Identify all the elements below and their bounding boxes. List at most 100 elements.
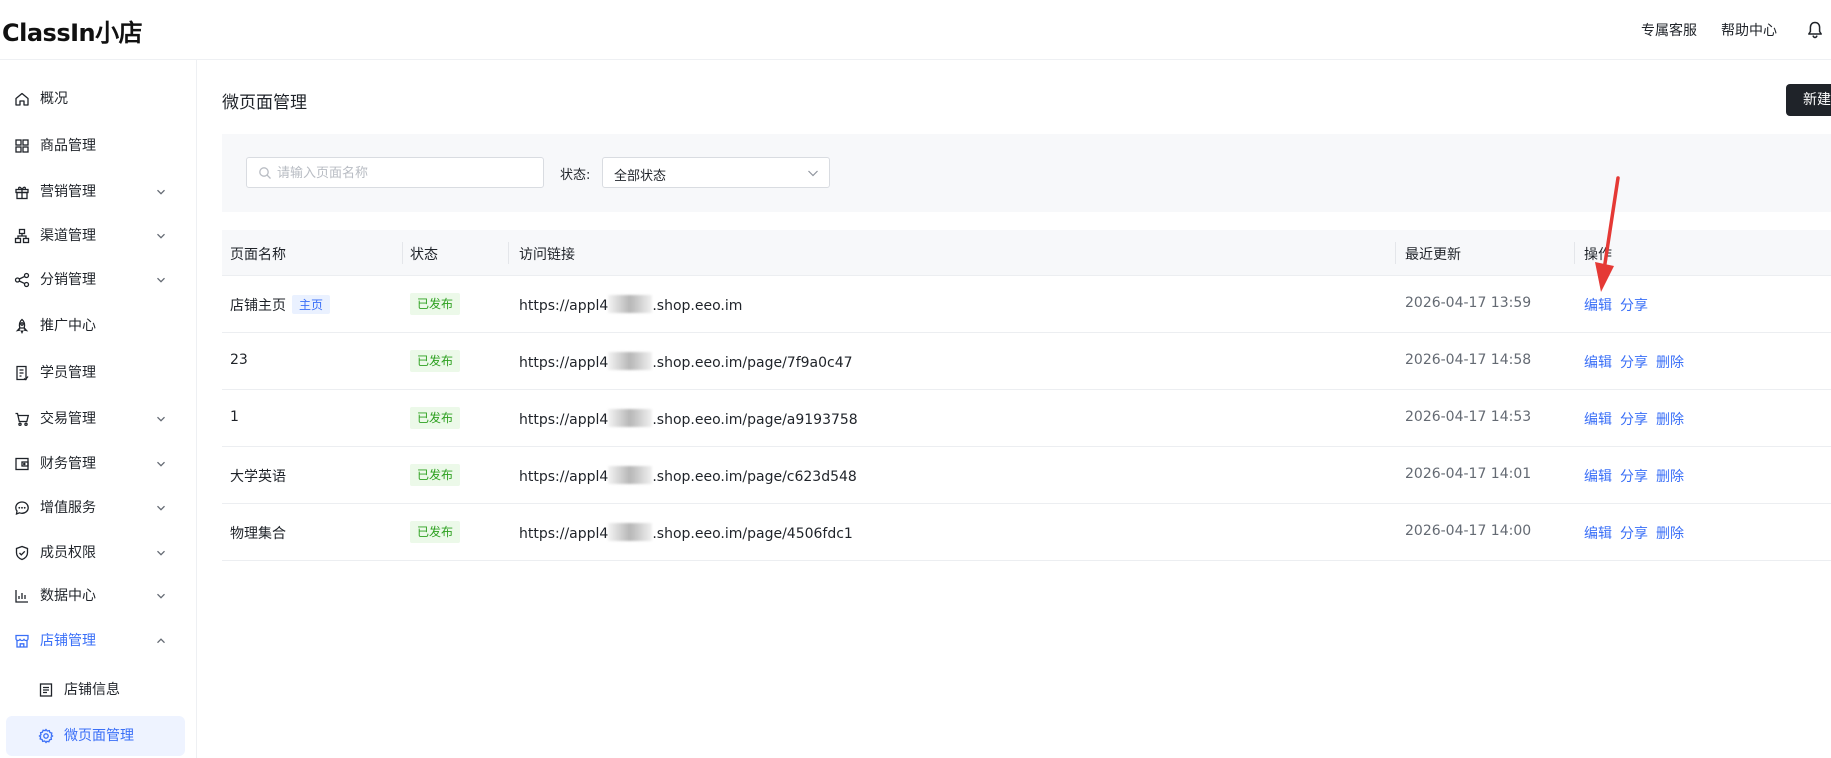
status-badge: 已发布: [410, 407, 461, 429]
redacted-blur: [608, 295, 653, 313]
url-cell[interactable]: https://appl4 .shop.eeo.im/page/a9193758: [519, 409, 858, 428]
column-divider: [508, 242, 509, 264]
edit-link[interactable]: 编辑: [1584, 523, 1612, 543]
table-header: 页面名称 状态 访问链接 最近更新 操作: [222, 230, 1831, 276]
status-badge: 已发布: [410, 464, 461, 486]
sidebar-subitem-micro-page[interactable]: 微页面管理: [6, 716, 185, 756]
url-suffix: .shop.eeo.im/page/a9193758: [652, 412, 858, 428]
url-cell[interactable]: https://appl4 .shop.eeo.im: [519, 295, 742, 314]
bell-icon[interactable]: [1801, 16, 1829, 44]
status-badge: 已发布: [410, 350, 461, 372]
sidebar-item-marketing[interactable]: 营销管理: [0, 172, 196, 212]
delete-link[interactable]: 删除: [1656, 466, 1684, 486]
share-link[interactable]: 分享: [1620, 352, 1648, 372]
search-box[interactable]: [246, 157, 544, 188]
column-divider: [1395, 242, 1396, 264]
url-suffix: .shop.eeo.im/page/c623d548: [652, 469, 857, 485]
sidebar-item-store[interactable]: 店铺管理: [0, 621, 196, 661]
sidebar-subitem-store-info[interactable]: 店铺信息: [0, 670, 196, 710]
edit-link[interactable]: 编辑: [1584, 466, 1612, 486]
page-name: 大学英语: [230, 469, 286, 485]
sidebar-item-students[interactable]: 学员管理: [0, 353, 196, 393]
redacted-blur: [608, 523, 653, 541]
sidebar-item-label: 概况: [40, 91, 68, 107]
help-center-link[interactable]: 帮助中心: [1721, 20, 1777, 40]
bar-chart-icon: [15, 590, 28, 603]
edit-link[interactable]: 编辑: [1584, 352, 1612, 372]
sidebar-item-label: 推广中心: [40, 318, 96, 334]
table-row: 物理集合 已发布 https://appl4 .shop.eeo.im/page/…: [222, 504, 1831, 561]
customer-service-link[interactable]: 专属客服: [1641, 20, 1697, 40]
document-icon: [39, 683, 53, 697]
sidebar-item-finance[interactable]: 财务管理: [0, 444, 196, 484]
sidebar-item-label: 成员权限: [40, 545, 96, 561]
share-link[interactable]: 分享: [1620, 523, 1648, 543]
sidebar-item-distribution[interactable]: 分销管理: [0, 260, 196, 300]
delete-link[interactable]: 删除: [1656, 409, 1684, 429]
search-input[interactable]: [277, 163, 537, 183]
url-suffix: .shop.eeo.im/page/4506fdc1: [652, 526, 853, 542]
edit-link[interactable]: 编辑: [1584, 295, 1612, 315]
status-select-value: 全部状态: [614, 169, 667, 184]
sidebar-item-label: 商品管理: [40, 138, 96, 154]
delete-link[interactable]: 删除: [1656, 523, 1684, 543]
page-name: 店铺主页: [230, 298, 286, 314]
column-divider: [402, 242, 403, 264]
sidebar-item-channels[interactable]: 渠道管理: [0, 216, 196, 256]
app-logo[interactable]: ClassIn小店: [2, 13, 143, 48]
home-icon: [15, 92, 29, 106]
url-prefix: https://appl4: [519, 526, 609, 542]
table-row: 1 已发布 https://appl4 .shop.eeo.im/page/a91…: [222, 390, 1831, 447]
status-filter-label: 状态:: [560, 168, 591, 183]
url-prefix: https://appl4: [519, 298, 609, 314]
chevron-down-icon: [157, 416, 165, 422]
sidebar-item-label: 渠道管理: [40, 228, 96, 244]
search-icon: [259, 167, 271, 179]
chevron-up-icon: [157, 638, 165, 644]
share-link[interactable]: 分享: [1620, 466, 1648, 486]
sidebar-item-value-added[interactable]: 增值服务: [0, 488, 196, 528]
updated-time: 2026-04-17 14:58: [1405, 352, 1532, 368]
shield-check-icon: [15, 545, 29, 561]
sidebar-item-label: 分销管理: [40, 272, 96, 288]
redacted-blur: [608, 352, 653, 370]
sidebar-item-transactions[interactable]: 交易管理: [0, 399, 196, 439]
column-header-status: 状态: [410, 247, 438, 263]
sidebar-item-permissions[interactable]: 成员权限: [0, 533, 196, 573]
wallet-icon: [15, 457, 29, 471]
table-row: 23 已发布 https://appl4 .shop.eeo.im/page/7f…: [222, 333, 1831, 390]
student-list-icon: [16, 365, 29, 381]
sidebar-item-products[interactable]: 商品管理: [0, 126, 196, 166]
sidebar-item-label: 财务管理: [40, 456, 96, 472]
url-suffix: .shop.eeo.im: [652, 298, 743, 314]
url-cell[interactable]: https://appl4 .shop.eeo.im/page/4506fdc1: [519, 523, 853, 542]
table-row: 大学英语 已发布 https://appl4 .shop.eeo.im/page/…: [222, 447, 1831, 504]
sidebar: 概况 商品管理 营销管理 渠道管理 分销管理 推广中心 学员管理 交易管理 财务…: [0, 60, 197, 758]
sidebar-item-label: 店铺管理: [40, 633, 96, 649]
column-header-url: 访问链接: [519, 247, 575, 263]
new-page-button[interactable]: 新建: [1786, 84, 1831, 116]
sidebar-item-overview[interactable]: 概况: [0, 79, 196, 119]
page-name-cell: 店铺主页 主页: [230, 295, 331, 315]
sidebar-item-data-center[interactable]: 数据中心: [0, 576, 196, 616]
url-cell[interactable]: https://appl4 .shop.eeo.im/page/7f9a0c47: [519, 352, 853, 371]
column-header-actions: 操作: [1584, 247, 1612, 263]
sidebar-subitem-label: 店铺信息: [64, 682, 120, 698]
delete-link[interactable]: 删除: [1656, 352, 1684, 372]
url-prefix: https://appl4: [519, 412, 609, 428]
edit-link[interactable]: 编辑: [1584, 409, 1612, 429]
rocket-icon: [15, 318, 29, 334]
sidebar-subitem-label: 微页面管理: [64, 728, 134, 744]
page-title: 微页面管理: [222, 93, 307, 113]
home-page-tag: 主页: [292, 295, 331, 314]
sidebar-item-label: 学员管理: [40, 365, 96, 381]
sidebar-item-promotion[interactable]: 推广中心: [0, 306, 196, 346]
url-prefix: https://appl4: [519, 469, 609, 485]
page-name: 物理集合: [230, 526, 286, 542]
share-nodes-icon: [14, 272, 30, 288]
redacted-blur: [608, 409, 653, 427]
share-link[interactable]: 分享: [1620, 409, 1648, 429]
share-link[interactable]: 分享: [1620, 295, 1648, 315]
url-cell[interactable]: https://appl4 .shop.eeo.im/page/c623d548: [519, 466, 857, 485]
status-select[interactable]: 全部状态: [602, 157, 830, 188]
